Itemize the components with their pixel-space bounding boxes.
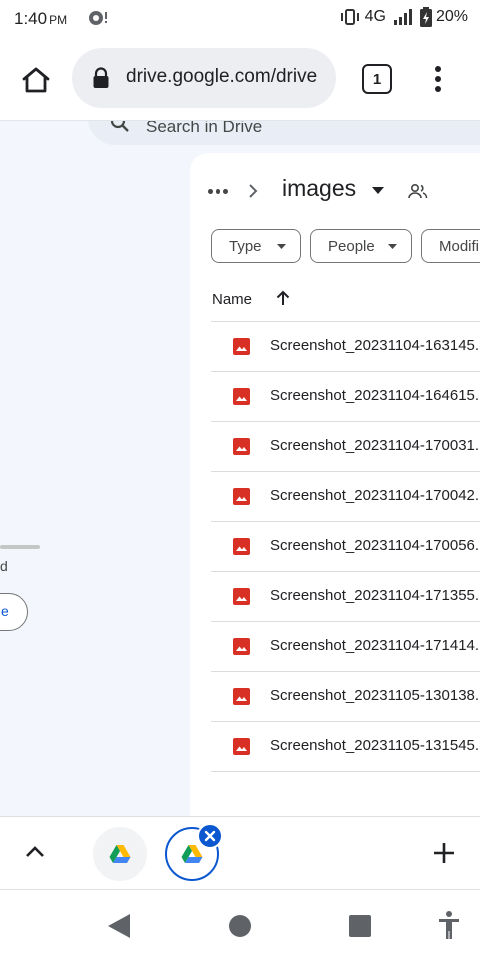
status-time: 1:40 PM — [14, 9, 67, 29]
file-row[interactable]: Screenshot_20231104-164615.p — [211, 372, 480, 422]
more-vert-icon-dot — [435, 86, 441, 92]
sync-notification-icon — [89, 11, 107, 25]
accessibility-icon[interactable] — [437, 910, 461, 940]
file-name: Screenshot_20231105-131545.p — [270, 737, 480, 754]
caret-down-icon — [277, 244, 286, 249]
file-name: Screenshot_20231104-171355.p — [270, 587, 480, 604]
image-file-icon — [233, 638, 250, 655]
file-row[interactable]: Screenshot_20231105-130138.p — [211, 672, 480, 722]
file-name: Screenshot_20231104-164615.p — [270, 387, 480, 404]
chevron-right-icon — [249, 184, 258, 198]
url-text[interactable]: drive.google.com/drive — [126, 66, 317, 88]
search-icon — [110, 121, 129, 132]
filter-modified-label: Modifi — [439, 237, 480, 255]
search-placeholder: Search in Drive — [146, 120, 263, 136]
image-file-icon — [233, 438, 250, 455]
file-row[interactable]: Screenshot_20231104-163145.p — [211, 322, 480, 372]
file-name: Screenshot_20231104-170056.p — [270, 537, 480, 554]
battery-charging-icon — [419, 7, 432, 27]
more-horiz-icon-dot — [208, 189, 213, 194]
status-right: 4G 20% — [339, 7, 468, 27]
arrow-up-icon[interactable] — [276, 290, 290, 306]
caret-down-icon — [388, 244, 397, 249]
battery-percent: 20% — [435, 8, 468, 25]
caret-down-icon[interactable] — [372, 187, 384, 195]
image-file-icon — [233, 338, 250, 355]
folder-title[interactable]: images — [282, 175, 356, 202]
tab-count: 1 — [372, 70, 382, 88]
signal-icon — [393, 9, 412, 25]
file-row[interactable]: Screenshot_20231104-171414.p — [211, 622, 480, 672]
breadcrumb-more-button[interactable] — [208, 189, 229, 195]
home-nav-button[interactable] — [229, 915, 251, 937]
file-row[interactable]: Screenshot_20231104-171355.p — [211, 572, 480, 622]
file-list: Screenshot_20231104-163145.p Screenshot_… — [211, 321, 480, 772]
file-row[interactable]: Screenshot_20231104-170056.p — [211, 522, 480, 572]
address-bar[interactable]: drive.google.com/drive — [72, 48, 336, 108]
file-name: Screenshot_20231104-163145.p — [270, 337, 480, 354]
google-drive-icon — [109, 845, 131, 863]
image-file-icon — [233, 538, 250, 555]
filter-modified-chip[interactable]: Modifi — [421, 229, 480, 263]
file-row[interactable]: Screenshot_20231105-131545.p — [211, 722, 480, 772]
storage-bar — [0, 545, 40, 549]
status-time-ampm: PM — [49, 13, 68, 27]
close-icon — [204, 830, 216, 842]
file-panel: images Type People Modifi Name Screensho… — [190, 153, 480, 816]
tab-group-strip — [0, 816, 480, 890]
vibrate-icon — [340, 9, 359, 25]
drive-page: Search in Drive d e images Type People M… — [0, 120, 480, 816]
close-tab-button[interactable] — [197, 823, 223, 849]
shared-folder-icon[interactable] — [408, 183, 428, 199]
get-storage-label: e — [1, 603, 9, 619]
back-icon[interactable] — [106, 912, 132, 940]
image-file-icon — [233, 738, 250, 755]
home-icon — [22, 67, 50, 93]
new-tab-plus-icon[interactable] — [432, 841, 456, 865]
more-vert-icon-dot — [435, 66, 441, 72]
image-file-icon — [233, 588, 250, 605]
image-file-icon — [233, 688, 250, 705]
chevron-up-icon[interactable] — [24, 845, 46, 859]
file-row[interactable]: Screenshot_20231104-170042.p — [211, 472, 480, 522]
filter-people-chip[interactable]: People — [310, 229, 412, 263]
google-drive-icon — [181, 845, 203, 863]
get-storage-button[interactable]: e — [0, 593, 28, 631]
filter-type-chip[interactable]: Type — [211, 229, 301, 263]
more-horiz-icon-dot — [215, 189, 221, 194]
image-file-icon — [233, 388, 250, 405]
recents-nav-button[interactable] — [349, 915, 371, 937]
more-horiz-icon-dot — [223, 189, 229, 194]
tab-switcher-button[interactable]: 1 — [362, 64, 392, 94]
system-nav-bar — [0, 890, 480, 960]
browser-toolbar: drive.google.com/drive 1 — [0, 36, 480, 120]
tab-thumbnail[interactable] — [93, 827, 147, 881]
file-name: Screenshot_20231104-170031.p — [270, 437, 480, 454]
lock-icon[interactable] — [90, 67, 112, 89]
status-time-value: 1:40 — [14, 9, 48, 28]
sort-column-name[interactable]: Name — [212, 291, 252, 308]
filter-people-label: People — [328, 237, 375, 255]
drive-search-bar[interactable]: Search in Drive — [88, 120, 480, 145]
status-bar: 1:40 PM 4G 20% — [0, 0, 480, 36]
browser-menu-button[interactable] — [426, 64, 450, 94]
file-row[interactable]: Screenshot_20231104-170031.p — [211, 422, 480, 472]
filter-type-label: Type — [229, 237, 262, 255]
file-name: Screenshot_20231104-171414.p — [270, 637, 480, 654]
file-name: Screenshot_20231104-170042.p — [270, 487, 480, 504]
home-button[interactable] — [16, 60, 56, 100]
network-type: 4G — [364, 8, 386, 25]
more-vert-icon-dot — [435, 76, 441, 82]
image-file-icon — [233, 488, 250, 505]
file-name: Screenshot_20231105-130138.p — [270, 687, 480, 704]
storage-text: d — [0, 558, 8, 574]
